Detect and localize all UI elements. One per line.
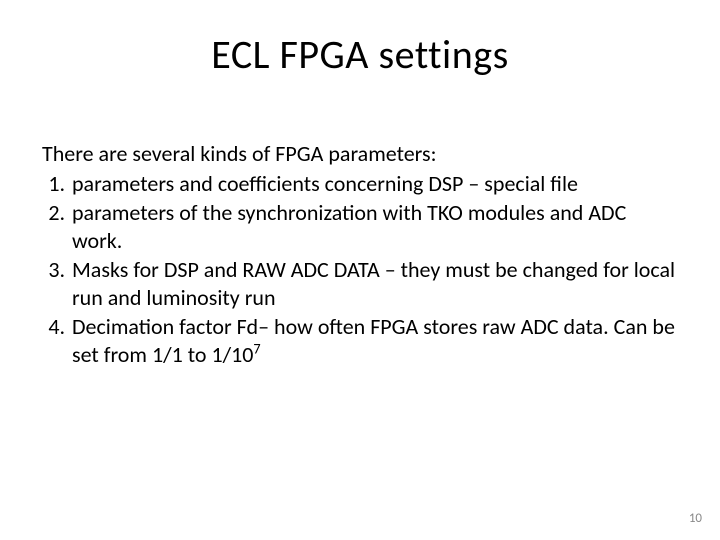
intro-text: There are several kinds of FPGA paramete… bbox=[42, 140, 678, 168]
slide-body: There are several kinds of FPGA paramete… bbox=[42, 140, 678, 370]
list-item-text: Masks for DSP and RAW ADC DATA – they mu… bbox=[72, 256, 675, 311]
parameter-list: parameters and coefficients concerning D… bbox=[42, 170, 678, 369]
slide: ECL FPGA settings There are several kind… bbox=[0, 0, 720, 540]
list-item: parameters and coefficients concerning D… bbox=[70, 170, 678, 198]
list-item: Masks for DSP and RAW ADC DATA – they mu… bbox=[70, 256, 678, 311]
superscript: 7 bbox=[253, 339, 260, 357]
slide-title: ECL FPGA settings bbox=[0, 30, 720, 79]
page-number: 10 bbox=[689, 511, 702, 526]
list-item-text: Decimation factor Fd– how often FPGA sto… bbox=[72, 313, 675, 368]
list-item-text: parameters and coefficients concerning D… bbox=[72, 170, 578, 197]
list-item: parameters of the synchronization with T… bbox=[70, 199, 678, 254]
list-item-text: parameters of the synchronization with T… bbox=[72, 199, 626, 254]
list-item: Decimation factor Fd– how often FPGA sto… bbox=[70, 313, 678, 368]
